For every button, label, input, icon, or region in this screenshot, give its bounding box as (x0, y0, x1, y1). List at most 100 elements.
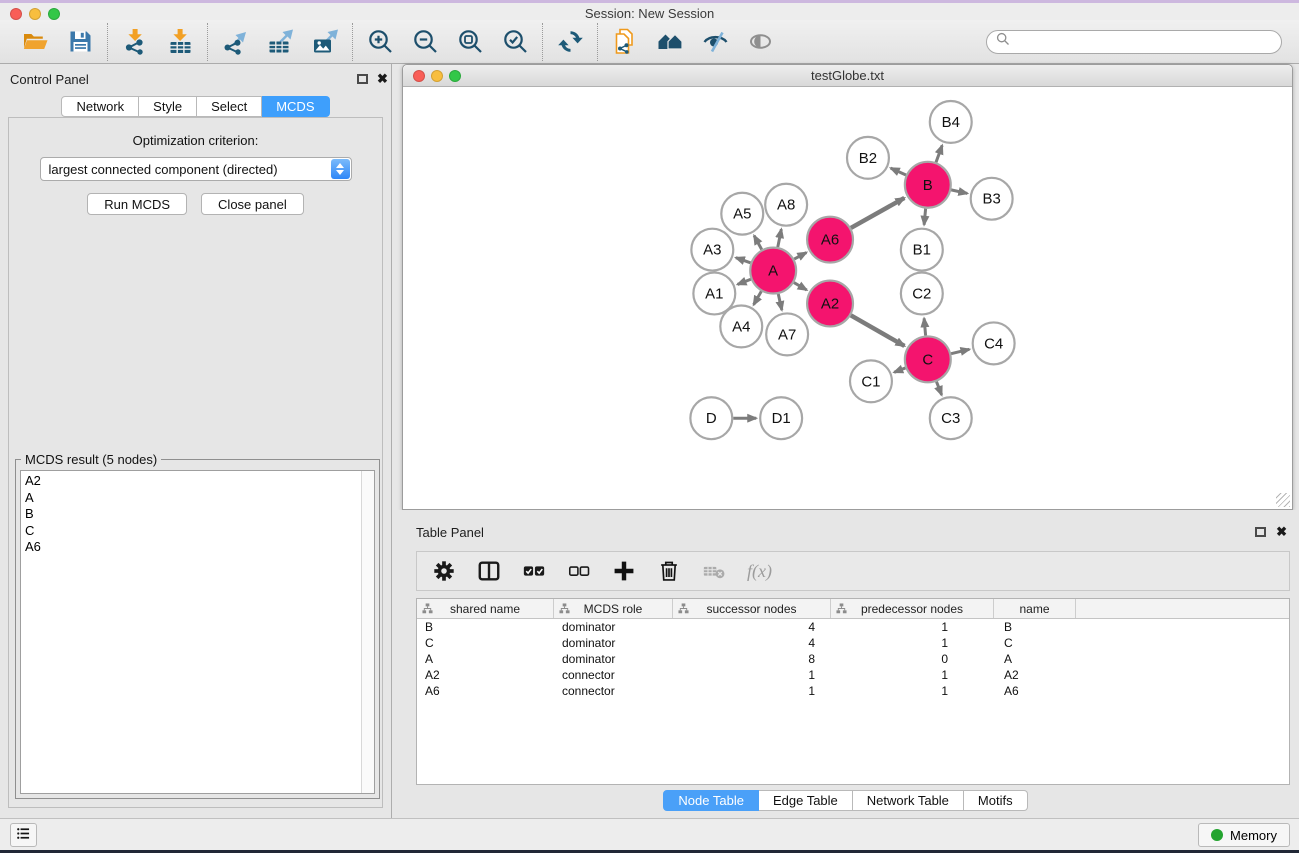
table-tab-network-table[interactable]: Network Table (853, 790, 964, 811)
mcds-result-item-A2[interactable]: A2 (25, 473, 361, 490)
table-tab-node-table[interactable]: Node Table (663, 790, 759, 811)
table-cell[interactable]: connector (554, 668, 673, 682)
app-titlebar[interactable]: Session: New Session (0, 3, 1299, 20)
new-network-file-button[interactable] (609, 26, 641, 58)
table-row-A[interactable]: Adominator80A (417, 651, 1289, 667)
table-cell[interactable]: 1 (673, 668, 831, 682)
table-cell[interactable]: A6 (417, 684, 554, 698)
graph-node-B[interactable]: B (905, 162, 951, 208)
table-cell[interactable]: C (417, 636, 554, 650)
graph-edge-B-B2[interactable] (891, 168, 906, 175)
graph-node-A2[interactable]: A2 (807, 281, 853, 327)
graph-node-C2[interactable]: C2 (901, 273, 943, 315)
import-table-button[interactable] (164, 26, 196, 58)
zoom-out-button[interactable] (409, 26, 441, 58)
table-cell[interactable]: A (994, 652, 1076, 666)
graph-node-C[interactable]: C (905, 336, 951, 382)
column-header-name[interactable]: name (994, 599, 1076, 618)
delete-column-button[interactable] (655, 557, 683, 585)
graph-edge-A-A4[interactable] (754, 291, 762, 304)
graph-edge-A-A3[interactable] (736, 258, 751, 263)
graph-node-A3[interactable]: A3 (691, 229, 733, 271)
network-window-titlebar[interactable]: testGlobe.txt (403, 65, 1292, 87)
column-header-shared-name[interactable]: shared name (417, 599, 554, 618)
table-cell[interactable]: 1 (831, 668, 994, 682)
mcds-result-list[interactable]: A2ABCA6 (20, 470, 375, 794)
network-minimize-light[interactable] (431, 70, 443, 82)
graph-node-A5[interactable]: A5 (721, 193, 763, 235)
table-cell[interactable]: 1 (831, 620, 994, 634)
graph-node-C3[interactable]: C3 (930, 397, 972, 439)
table-cell[interactable]: 1 (831, 636, 994, 650)
table-cell[interactable]: dominator (554, 636, 673, 650)
graph-edge-B-B3[interactable] (951, 190, 967, 194)
split-view-button[interactable] (475, 557, 503, 585)
graph-edge-A-A7[interactable] (778, 294, 782, 310)
graph-edge-C-C2[interactable] (924, 318, 925, 335)
delete-table-button[interactable] (700, 557, 728, 585)
graph-node-B2[interactable]: B2 (847, 137, 889, 179)
graph-node-B1[interactable]: B1 (901, 229, 943, 271)
table-panel-close-button[interactable]: ✖ (1276, 525, 1287, 538)
network-canvas[interactable]: B4B2BB3A8A5A6A3B1AC2A1A2A4A7C4CC1C3DD1 (403, 88, 1292, 509)
tab-mcds[interactable]: MCDS (262, 96, 329, 117)
table-cell[interactable]: 4 (673, 620, 831, 634)
graph-edge-A6-B[interactable] (851, 198, 904, 228)
column-header-predecessor-nodes[interactable]: predecessor nodes (831, 599, 994, 618)
select-all-button[interactable] (520, 557, 548, 585)
graph-node-A[interactable]: A (750, 248, 796, 294)
column-header-successor-nodes[interactable]: successor nodes (673, 599, 831, 618)
mcds-result-item-A[interactable]: A (25, 490, 361, 507)
save-button[interactable] (64, 26, 96, 58)
graph-edge-B-B1[interactable] (924, 209, 925, 225)
table-cell[interactable]: A6 (994, 684, 1076, 698)
tab-select[interactable]: Select (197, 96, 262, 117)
optimization-criterion-dropdown[interactable]: largest connected component (directed) (40, 157, 352, 181)
graph-node-B4[interactable]: B4 (930, 101, 972, 143)
table-row-A2[interactable]: A2connector11A2 (417, 667, 1289, 683)
zoom-in-button[interactable] (364, 26, 396, 58)
graph-node-A7[interactable]: A7 (766, 313, 808, 355)
table-tab-motifs[interactable]: Motifs (964, 790, 1028, 811)
table-cell[interactable]: connector (554, 684, 673, 698)
search-input[interactable] (1016, 33, 1272, 50)
table-row-C[interactable]: Cdominator41C (417, 635, 1289, 651)
graph-edge-C-C1[interactable] (894, 368, 905, 372)
graph-edge-A2-C[interactable] (851, 315, 905, 346)
table-cell[interactable]: 4 (673, 636, 831, 650)
table-row-B[interactable]: Bdominator41B (417, 619, 1289, 635)
graph-edge-A-A1[interactable] (738, 279, 751, 284)
graph-edge-A-A5[interactable] (754, 236, 762, 250)
search-box[interactable] (986, 30, 1282, 54)
zoom-selected-button[interactable] (499, 26, 531, 58)
deselect-all-button[interactable] (565, 557, 593, 585)
table-cell[interactable]: A2 (417, 668, 554, 682)
graph-node-D[interactable]: D (690, 397, 732, 439)
mcds-result-item-A6[interactable]: A6 (25, 539, 361, 556)
table-tab-edge-table[interactable]: Edge Table (759, 790, 853, 811)
export-table-button[interactable] (264, 26, 296, 58)
graph-node-B3[interactable]: B3 (971, 178, 1013, 220)
graph-edge-A-A2[interactable] (794, 283, 807, 290)
graph-node-A4[interactable]: A4 (720, 305, 762, 347)
table-panel-float-button[interactable] (1255, 527, 1266, 537)
table-cell[interactable]: B (417, 620, 554, 634)
export-image-button[interactable] (309, 26, 341, 58)
run-mcds-button[interactable]: Run MCDS (87, 193, 187, 215)
control-panel-close-button[interactable]: ✖ (377, 72, 388, 85)
table-cell[interactable]: C (994, 636, 1076, 650)
table-cell[interactable]: A (417, 652, 554, 666)
graph-node-A6[interactable]: A6 (807, 217, 853, 263)
tab-style[interactable]: Style (139, 96, 197, 117)
network-zoom-light[interactable] (449, 70, 461, 82)
refresh-button[interactable] (554, 26, 586, 58)
graph-edge-B-B4[interactable] (936, 145, 942, 162)
graph-edge-C-C3[interactable] (936, 382, 941, 395)
network-canvas-area[interactable]: B4B2BB3A8A5A6A3B1AC2A1A2A4A7C4CC1C3DD1 (403, 88, 1292, 509)
table-cell[interactable]: dominator (554, 652, 673, 666)
table-cell[interactable]: 8 (673, 652, 831, 666)
settings-gear-button[interactable] (430, 557, 458, 585)
export-network-button[interactable] (219, 26, 251, 58)
zoom-fit-button[interactable] (454, 26, 486, 58)
column-header-MCDS-role[interactable]: MCDS role (554, 599, 673, 618)
